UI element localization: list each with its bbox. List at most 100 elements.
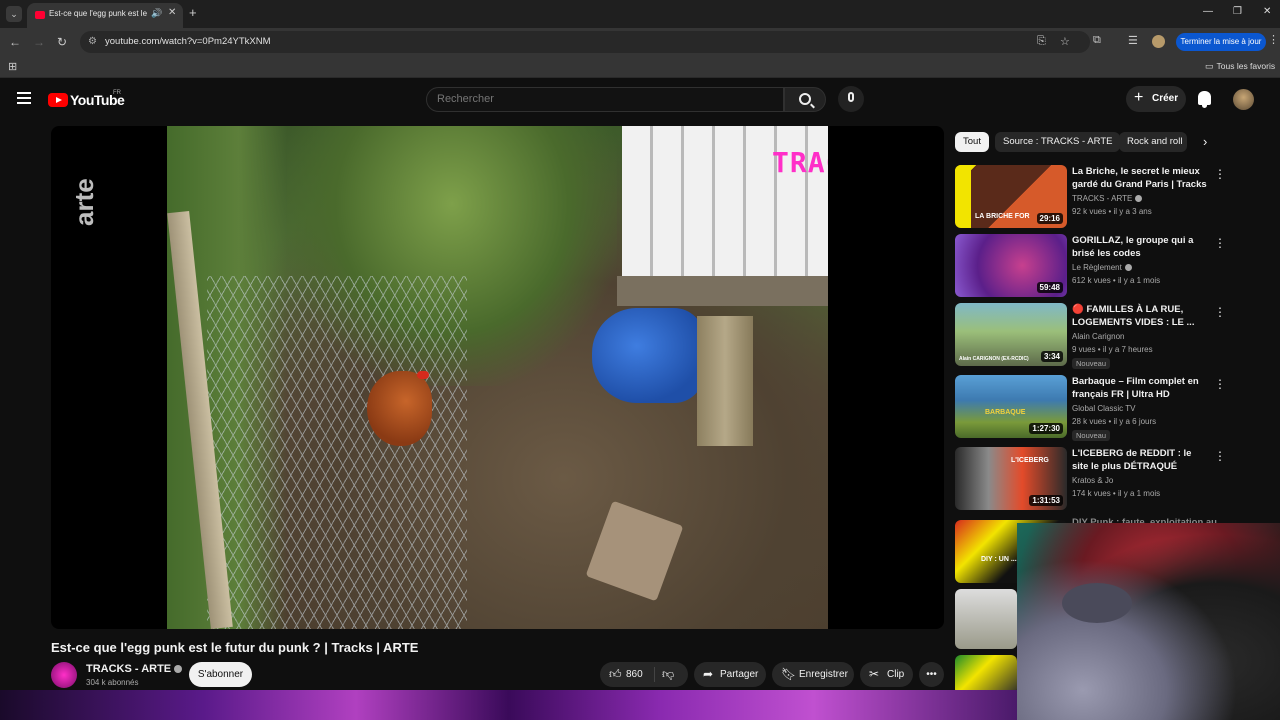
like-count[interactable]: 860 — [626, 662, 643, 687]
stream-bottom-banner — [0, 690, 1017, 720]
chevron-right-icon[interactable]: › — [1203, 134, 1207, 149]
recommendation-item[interactable]: LA BRICHE FOR 29:16 La Briche, le secret… — [955, 165, 1275, 233]
like-icon[interactable]: 👍︎ — [609, 662, 622, 687]
back-icon[interactable]: ← — [9, 35, 21, 49]
notifications-bell-icon[interactable] — [1198, 91, 1211, 108]
audio-playing-icon[interactable]: 🔊 — [151, 8, 162, 19]
star-icon[interactable]: ☆ — [1060, 35, 1070, 48]
hamburger-menu-icon[interactable] — [17, 92, 31, 104]
kebab-menu-icon[interactable]: ⋮ — [1214, 377, 1226, 391]
reload-icon[interactable]: ↻ — [57, 35, 67, 49]
create-button[interactable]: + Créer — [1126, 86, 1186, 112]
video-thumbnail[interactable]: LA BRICHE FOR 29:16 — [955, 165, 1067, 228]
forward-icon[interactable]: → — [33, 35, 45, 49]
chip-rock-and-roll[interactable]: Rock and roll — [1119, 132, 1187, 152]
all-bookmarks-label: Tous les favoris — [1216, 61, 1276, 71]
url-text[interactable]: youtube.com/watch?v=0Pm24YTkXNM — [105, 36, 271, 47]
all-bookmarks-button[interactable]: ▭ Tous les favoris — [1205, 61, 1275, 72]
recommendation-title[interactable]: Barbaque – Film complet en français FR |… — [1072, 375, 1209, 401]
user-avatar[interactable] — [1233, 89, 1254, 110]
search-input[interactable] — [437, 93, 767, 105]
clip-button[interactable]: ✂ Clip — [860, 662, 913, 687]
video-thumbnail[interactable]: BARBAQUE 1:27:30 — [955, 375, 1067, 438]
create-label: Créer — [1152, 93, 1179, 104]
recommendation-item[interactable]: L'ICEBERG 1:31:53 L'ICEBERG de REDDIT : … — [955, 447, 1275, 515]
restore-icon[interactable]: ❐ — [1233, 6, 1242, 17]
reading-list-icon[interactable]: ☰ — [1128, 34, 1138, 47]
channel-name[interactable]: TRACKS - ARTE — [86, 663, 183, 675]
new-tab-icon[interactable]: + — [189, 6, 197, 20]
dislike-icon[interactable]: 👎︎ — [662, 662, 674, 687]
thumbnail-text: L'ICEBERG — [1011, 457, 1049, 464]
recommendation-title[interactable]: L'ICEBERG de REDDIT : le site le plus DÉ… — [1072, 447, 1209, 473]
recommendation-item[interactable]: 59:48 GORILLAZ, le groupe qui a brisé le… — [955, 234, 1275, 302]
save-label: Enregistrer — [799, 669, 848, 680]
recommendation-channel[interactable]: Le Règlement — [1072, 263, 1132, 272]
recommendation-channel[interactable]: Global Classic TV — [1072, 404, 1135, 413]
close-window-icon[interactable]: ✕ — [1263, 6, 1271, 17]
recommendation-item[interactable]: BARBAQUE 1:27:30 Barbaque – Film complet… — [955, 375, 1275, 443]
browser-profile-avatar[interactable] — [1152, 35, 1165, 48]
recommendation-title[interactable]: La Briche, le secret le mieux gardé du G… — [1072, 165, 1209, 191]
recommendation-channel[interactable]: Kratos & Jo — [1072, 476, 1113, 485]
minimize-icon[interactable]: — — [1203, 6, 1213, 17]
microphone-icon — [848, 92, 854, 102]
video-thumbnail[interactable]: Alain CARIGNON (EX-RCDIC) 3:34 — [955, 303, 1067, 366]
share-button[interactable]: ➦ Partager — [694, 662, 766, 687]
address-bar[interactable]: ⚙ youtube.com/watch?v=0Pm24YTkXNM ⎘ ☆ — [80, 31, 1090, 53]
recommendation-channel[interactable]: Alain Carignon — [1072, 332, 1124, 341]
video-thumbnail[interactable] — [955, 655, 1017, 695]
channel-avatar[interactable] — [51, 662, 77, 688]
recommendation-item[interactable]: Alain CARIGNON (EX-RCDIC) 3:34 🔴 FAMILLE… — [955, 303, 1275, 371]
video-thumbnail[interactable] — [955, 589, 1017, 649]
kebab-menu-icon[interactable]: ⋮ — [1214, 236, 1226, 250]
voice-search-button[interactable] — [838, 86, 864, 112]
more-actions-button[interactable]: ••• — [919, 662, 944, 687]
search-button[interactable] — [784, 87, 826, 112]
chip-source[interactable]: Source : TRACKS - ARTE — [995, 132, 1121, 152]
tab-title: Est-ce que l'egg punk est le futur du pu… — [49, 9, 147, 18]
site-info-icon[interactable]: ⚙ — [88, 36, 97, 47]
extensions-icon[interactable]: ⧉ — [1093, 34, 1101, 47]
video-scene-chicken-comb — [417, 371, 429, 379]
search-box[interactable] — [426, 87, 784, 112]
install-icon[interactable]: ⎘ — [1037, 35, 1046, 48]
kebab-menu-icon[interactable]: ⋮ — [1214, 305, 1226, 319]
recommendation-title[interactable]: GORILLAZ, le groupe qui a brisé les code… — [1072, 234, 1209, 260]
kebab-menu-icon[interactable]: ⋮ — [1214, 167, 1226, 181]
recommendation-title[interactable]: 🔴 FAMILLES À LA RUE, LOGEMENTS VIDES : L… — [1072, 303, 1209, 329]
video-scene-pallet — [617, 276, 828, 306]
close-tab-icon[interactable]: ✕ — [168, 7, 176, 18]
video-thumbnail[interactable]: L'ICEBERG 1:31:53 — [955, 447, 1067, 510]
verified-icon — [174, 665, 183, 674]
apps-icon[interactable]: ⊞ — [8, 60, 17, 73]
recommendation-meta: 28 k vues • il y a 6 jours — [1072, 417, 1157, 426]
chip-all[interactable]: Tout — [955, 132, 989, 152]
video-scene-chicken — [367, 371, 432, 446]
recommendation-channel[interactable]: TRACKS - ARTE — [1072, 194, 1143, 203]
like-divider — [654, 667, 655, 682]
webcam-person-hat — [1062, 583, 1132, 623]
video-scene-wire-fence — [207, 276, 467, 629]
browser-menu-icon[interactable]: ⋮ — [1268, 33, 1279, 46]
recommendation-channel-name[interactable]: Le Règlement — [1072, 263, 1122, 272]
video-player[interactable]: arte TRACKS — [51, 126, 944, 629]
recommendation-meta: 9 vues • il y a 7 heures — [1072, 345, 1153, 354]
recommendation-channel-name[interactable]: TRACKS - ARTE — [1072, 194, 1132, 203]
bookmark-icon: 🔖︎ — [781, 667, 797, 681]
video-title: Est-ce que l'egg punk est le futur du pu… — [51, 640, 419, 655]
browser-tab[interactable]: Est-ce que l'egg punk est le futur du pu… — [27, 3, 183, 28]
video-frame[interactable]: TRACKS — [167, 126, 828, 629]
save-button[interactable]: 🔖︎ Enregistrer — [772, 662, 854, 687]
tab-search-icon[interactable]: ⌄ — [6, 6, 22, 22]
arte-strip — [955, 165, 971, 228]
channel-name-text[interactable]: TRACKS - ARTE — [86, 663, 171, 675]
webcam-overlay — [1017, 523, 1280, 720]
update-button[interactable]: Terminer la mise à jour — [1176, 33, 1266, 51]
plus-icon: + — [1134, 89, 1144, 106]
video-thumbnail[interactable]: 59:48 — [955, 234, 1067, 297]
kebab-menu-icon[interactable]: ⋮ — [1214, 449, 1226, 463]
share-icon: ➦ — [703, 667, 714, 681]
subscribe-button[interactable]: S'abonner — [189, 662, 252, 687]
video-duration: 1:31:53 — [1029, 495, 1063, 506]
